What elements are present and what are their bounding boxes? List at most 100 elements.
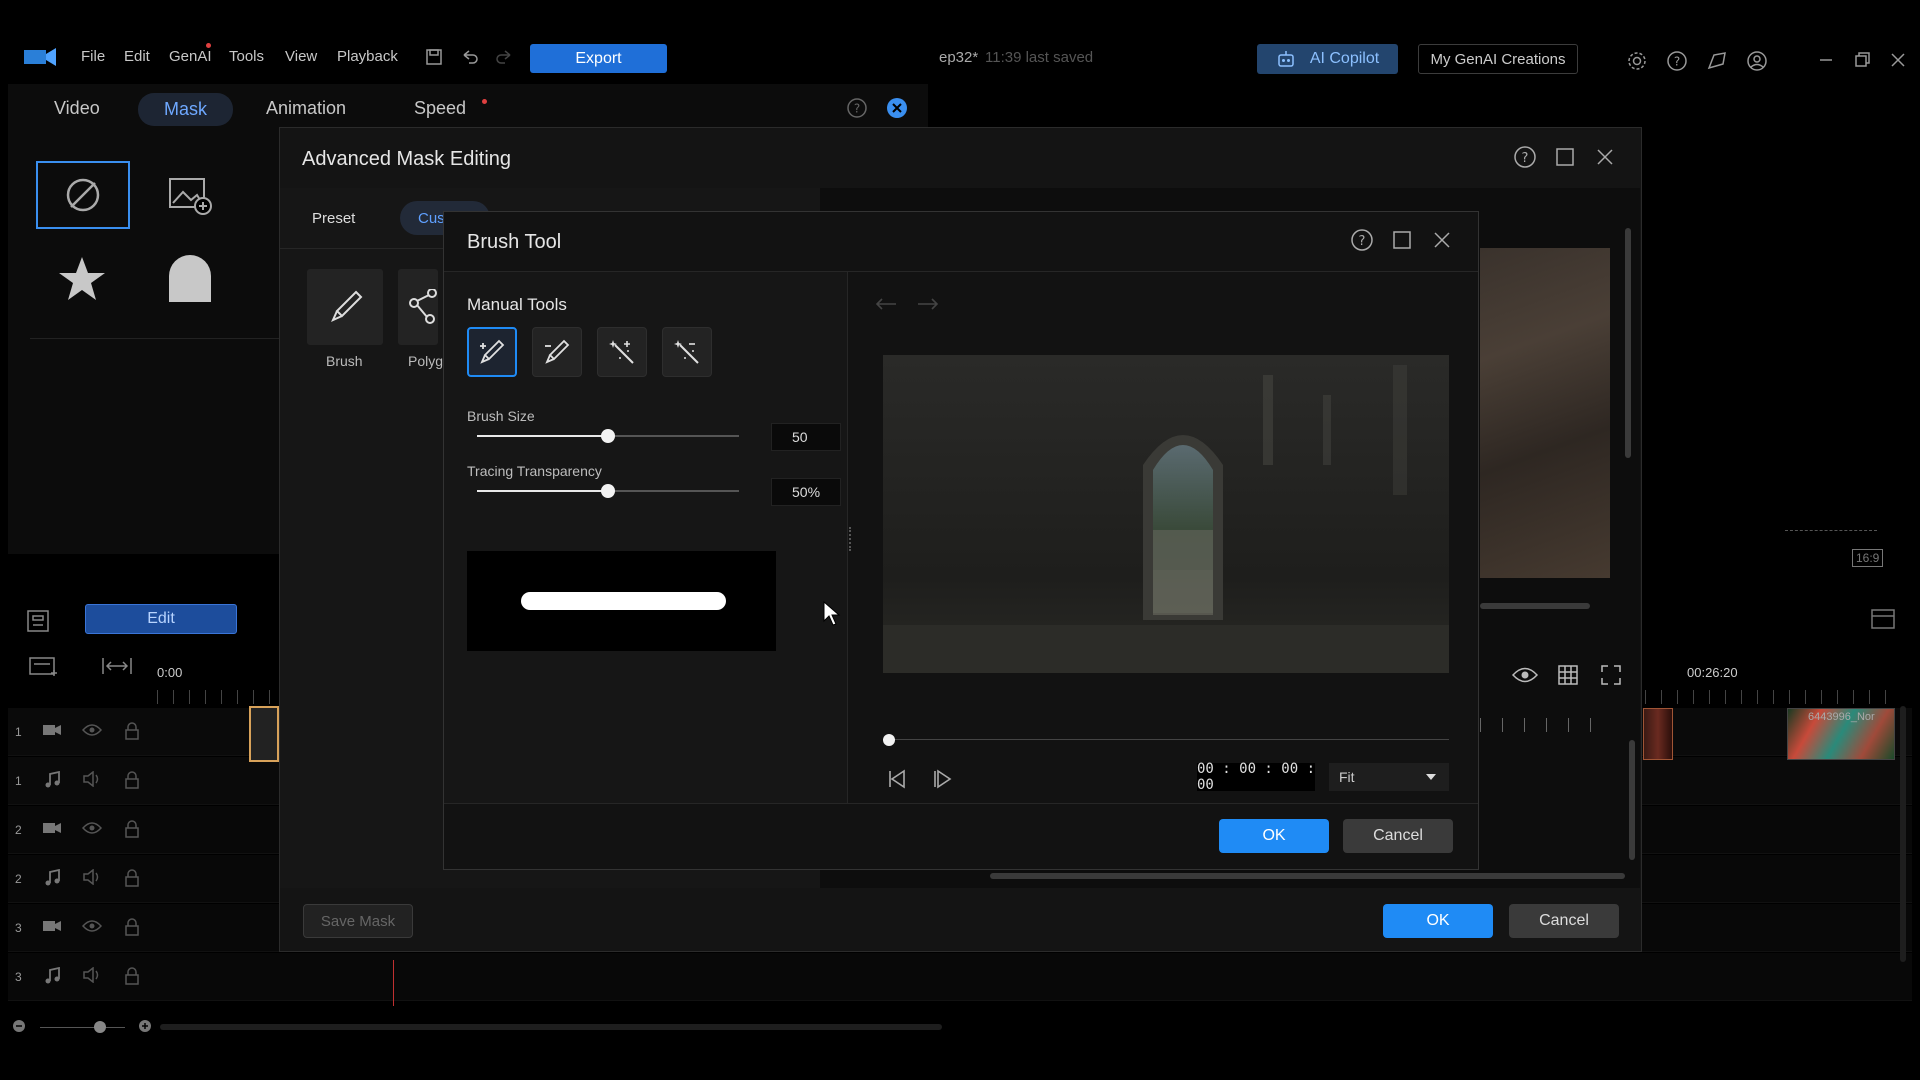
clip-thumbnail[interactable]: 6443996_Nor <box>1787 708 1895 760</box>
account-icon[interactable] <box>1746 50 1770 74</box>
menu-genai[interactable]: GenAI <box>169 48 212 65</box>
menu-view[interactable]: View <box>285 48 317 65</box>
tab-preset[interactable]: Preset <box>312 210 355 227</box>
previous-frame-icon[interactable] <box>886 767 910 791</box>
eye-icon[interactable] <box>82 919 102 939</box>
track-number: 1 <box>15 774 22 788</box>
zoom-slider-thumb[interactable] <box>94 1021 106 1033</box>
save-mask-button[interactable]: Save Mask <box>303 904 413 938</box>
eye-icon[interactable] <box>82 723 102 743</box>
tracing-transparency-slider[interactable] <box>477 484 739 498</box>
lock-icon[interactable] <box>124 771 144 791</box>
zoom-out-icon[interactable] <box>12 1019 26 1033</box>
ai-copilot-button[interactable]: AI Copilot <box>1257 44 1398 74</box>
paint-brush-tool[interactable] <box>467 327 517 377</box>
genai-creations-button[interactable]: My GenAI Creations <box>1418 44 1578 74</box>
aspect-ratio-icon[interactable]: 16:9 <box>1852 549 1884 567</box>
svg-text:?: ? <box>854 102 860 116</box>
fullscreen-icon[interactable] <box>1600 664 1622 686</box>
menu-playback[interactable]: Playback <box>337 48 398 65</box>
grid-icon[interactable] <box>1557 664 1579 686</box>
timeline-settings-icon[interactable] <box>26 609 50 633</box>
brush-size-slider[interactable] <box>477 429 739 443</box>
tab-video[interactable]: Video <box>54 98 100 119</box>
polygon-tool-tile[interactable] <box>398 269 438 345</box>
help-icon[interactable]: ? <box>1666 50 1690 74</box>
maximize-icon[interactable] <box>1390 228 1414 252</box>
lock-icon[interactable] <box>124 869 144 889</box>
cancel-button[interactable]: Cancel <box>1509 904 1619 938</box>
tab-speed[interactable]: Speed <box>414 98 466 119</box>
slider-thumb[interactable] <box>601 484 615 498</box>
undo-icon[interactable] <box>460 47 484 71</box>
close-icon[interactable] <box>1430 228 1454 252</box>
menu-edit[interactable]: Edit <box>124 48 150 65</box>
speaker-icon[interactable] <box>82 869 102 889</box>
scrubber-thumb[interactable] <box>883 734 895 746</box>
brush-size-value[interactable]: 50 <box>771 423 841 451</box>
close-app-icon[interactable] <box>1888 50 1912 74</box>
menu-file[interactable]: File <box>81 48 105 65</box>
horizontal-scrollbar[interactable] <box>160 1024 942 1030</box>
fit-timeline-icon[interactable] <box>101 656 133 676</box>
speaker-icon[interactable] <box>82 967 102 987</box>
playback-scrubber[interactable] <box>883 734 1449 746</box>
redo-icon[interactable] <box>494 47 518 71</box>
smart-brush-remove-tool[interactable] <box>662 327 712 377</box>
brush-tool-tile[interactable] <box>307 269 383 345</box>
zoom-dropdown[interactable]: Fit <box>1329 763 1449 791</box>
add-track-icon[interactable] <box>28 654 60 678</box>
preview-bottom-scrollbar[interactable] <box>990 873 1625 879</box>
lock-icon[interactable] <box>124 722 144 742</box>
audio-track-icon <box>44 967 64 987</box>
erase-brush-tool[interactable] <box>532 327 582 377</box>
tab-animation[interactable]: Animation <box>266 98 346 119</box>
lock-icon[interactable] <box>124 918 144 938</box>
slider-thumb[interactable] <box>601 429 615 443</box>
save-icon[interactable] <box>424 47 448 71</box>
preview-scrollbar[interactable] <box>1625 228 1631 458</box>
video-canvas[interactable] <box>883 355 1449 673</box>
eye-icon[interactable] <box>1512 666 1538 684</box>
tracing-transparency-value[interactable]: 50% <box>771 478 841 506</box>
speaker-icon[interactable] <box>82 771 102 791</box>
ok-button[interactable]: OK <box>1219 819 1329 853</box>
export-button[interactable]: Export <box>530 44 667 73</box>
vertical-scrollbar[interactable] <box>1900 706 1906 962</box>
preview-v-scrollbar[interactable] <box>1629 740 1635 860</box>
help-icon[interactable]: ? <box>1350 228 1374 252</box>
pane-resize-handle[interactable] <box>849 527 852 551</box>
edit-button[interactable]: Edit <box>85 604 237 634</box>
play-icon[interactable] <box>930 767 954 791</box>
arch-mask-icon[interactable] <box>167 254 213 302</box>
restore-icon[interactable] <box>1852 50 1876 74</box>
clip-thumbnail[interactable] <box>1643 708 1673 760</box>
lock-icon[interactable] <box>124 820 144 840</box>
no-mask-option[interactable] <box>36 161 130 229</box>
undo-icon[interactable] <box>874 294 900 314</box>
image-mask-icon[interactable] <box>167 176 213 216</box>
star-mask-icon[interactable] <box>57 255 107 303</box>
lock-icon[interactable] <box>124 967 144 987</box>
menu-tools[interactable]: Tools <box>229 48 264 65</box>
tab-mask[interactable]: Mask <box>138 93 234 126</box>
settings-icon[interactable] <box>1626 50 1650 74</box>
minimize-icon[interactable] <box>1816 50 1840 74</box>
help-icon[interactable]: ? <box>1513 145 1537 169</box>
zoom-in-icon[interactable] <box>138 1019 152 1033</box>
redo-icon[interactable] <box>914 294 940 314</box>
panel-help-icon[interactable]: ? <box>846 97 868 119</box>
cancel-button[interactable]: Cancel <box>1343 819 1453 853</box>
panel-close-icon[interactable] <box>886 97 908 119</box>
clip-thumbnail[interactable] <box>249 706 279 762</box>
close-icon[interactable] <box>1593 145 1617 169</box>
preview-h-scrollbar[interactable] <box>1480 603 1590 609</box>
feedback-icon[interactable] <box>1706 50 1730 74</box>
zoom-slider-track[interactable] <box>40 1027 125 1028</box>
eye-icon[interactable] <box>82 821 102 841</box>
layout-icon[interactable] <box>1870 608 1896 630</box>
smart-brush-add-tool[interactable] <box>597 327 647 377</box>
ok-button[interactable]: OK <box>1383 904 1493 938</box>
playhead[interactable] <box>393 960 394 1006</box>
maximize-icon[interactable] <box>1553 145 1577 169</box>
